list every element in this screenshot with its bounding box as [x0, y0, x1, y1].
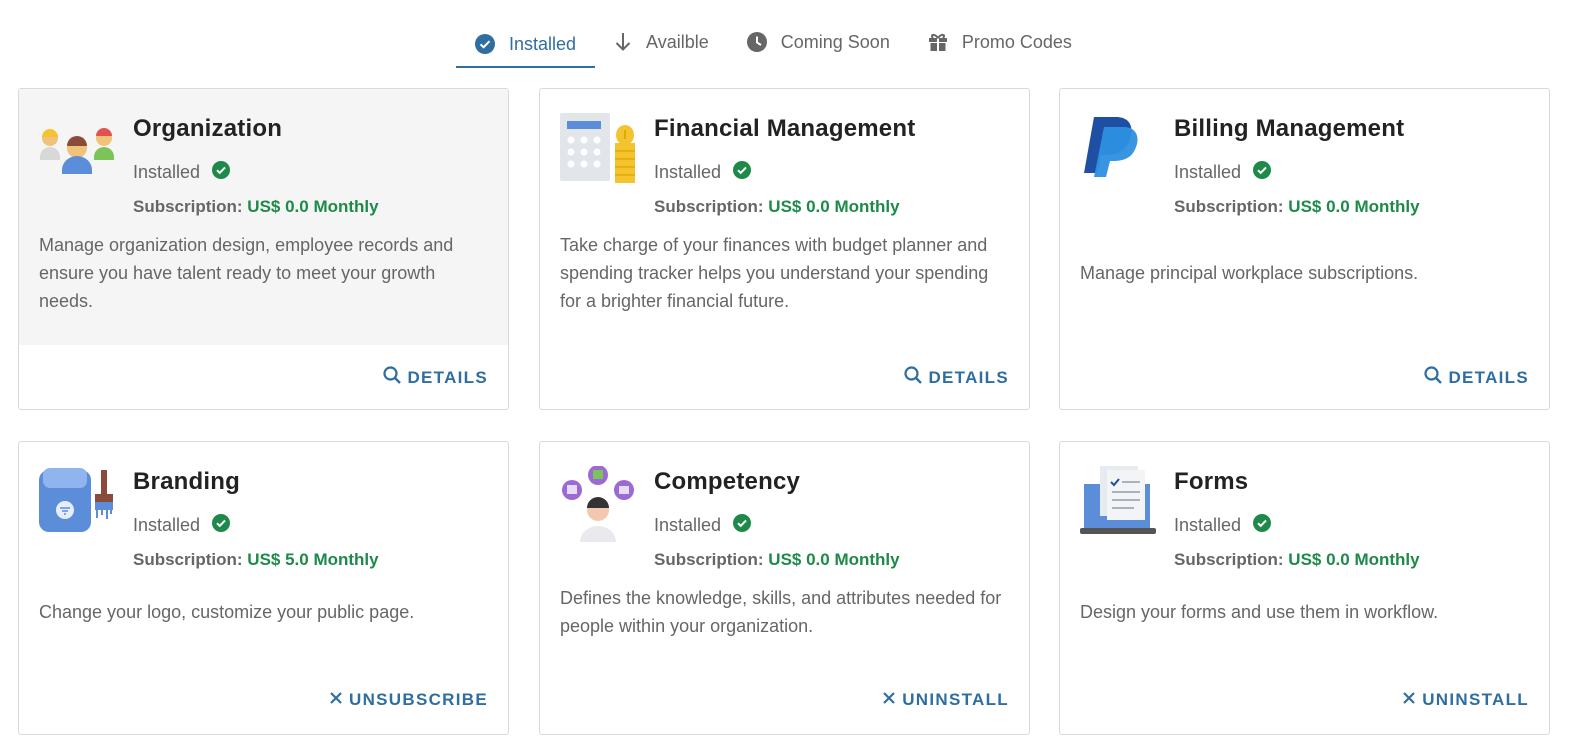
paint-bucket-brush-icon	[39, 466, 115, 542]
status-text: Installed	[1174, 162, 1242, 182]
card-description: Manage organization design, employee rec…	[39, 235, 454, 311]
card-title: Billing Management	[1174, 115, 1405, 142]
install-status: Installed	[133, 514, 231, 537]
subscription-label: Subscription:	[1174, 197, 1284, 216]
card-description: Change your logo, customize your public …	[39, 602, 415, 622]
app-card-financial-management: Financial Management Installed Subscript…	[539, 88, 1030, 410]
action-label: UNINSTALL	[1422, 690, 1529, 709]
check-circle-icon	[733, 514, 752, 537]
subscription-price: US$ 0.0 Monthly	[768, 197, 900, 216]
details-button[interactable]: DETAILS	[904, 366, 1009, 389]
check-circle-icon	[475, 34, 495, 54]
app-card-billing-management: Billing Management Installed Subscriptio…	[1059, 88, 1550, 410]
card-body: Forms Installed Subscription: US$ 0.0 Mo…	[1060, 442, 1549, 672]
install-status: Installed	[1174, 161, 1272, 184]
check-circle-icon	[212, 161, 231, 184]
uninstall-button[interactable]: UNINSTALL	[882, 690, 1009, 710]
search-icon	[1424, 366, 1443, 389]
tab-label: Coming Soon	[780, 31, 890, 52]
status-text: Installed	[654, 162, 722, 182]
card-body: Financial Management Installed Subscript…	[540, 89, 1029, 345]
search-icon	[383, 366, 402, 389]
subscription-info: Subscription: US$ 0.0 Monthly	[133, 197, 379, 217]
subscription-price: US$ 0.0 Monthly	[247, 197, 379, 216]
check-circle-icon	[212, 514, 231, 537]
details-button[interactable]: DETAILS	[383, 366, 488, 389]
subscription-price: US$ 0.0 Monthly	[1288, 550, 1420, 569]
status-text: Installed	[133, 162, 201, 182]
close-icon	[329, 690, 343, 710]
card-description: Defines the knowledge, skills, and attri…	[560, 588, 1002, 636]
app-card-organization: Organization Installed Subscription: US$…	[18, 88, 509, 410]
subscription-info: Subscription: US$ 5.0 Monthly	[133, 550, 379, 570]
tab-label: Availble	[646, 31, 709, 52]
status-text: Installed	[654, 515, 722, 535]
paypal-icon	[1080, 113, 1156, 189]
card-title: Financial Management	[654, 115, 916, 142]
clock-icon	[746, 32, 767, 52]
card-description: Design your forms and use them in workfl…	[1080, 602, 1439, 622]
card-title: Competency	[654, 468, 801, 495]
check-circle-icon	[1253, 161, 1272, 184]
people-group-icon	[39, 113, 115, 189]
subscription-label: Subscription:	[133, 550, 243, 569]
install-status: Installed	[1174, 514, 1272, 537]
tab-label: Promo Codes	[961, 31, 1072, 52]
laptop-form-icon	[1080, 466, 1156, 542]
gift-icon	[928, 32, 948, 52]
card-body: Competency Installed Subscription: US$ 0…	[540, 442, 1029, 672]
subscription-info: Subscription: US$ 0.0 Monthly	[654, 197, 900, 217]
uninstall-button[interactable]: UNINSTALL	[1402, 690, 1529, 710]
subscription-price: US$ 5.0 Monthly	[247, 550, 379, 569]
search-icon	[904, 366, 923, 389]
card-title: Organization	[133, 115, 283, 142]
install-status: Installed	[654, 161, 752, 184]
subscription-label: Subscription:	[1174, 550, 1284, 569]
tab-installed[interactable]: Installed	[456, 22, 596, 68]
subscription-price: US$ 0.0 Monthly	[1288, 197, 1420, 216]
app-card-branding: Branding Installed Subscription: US$ 5.0…	[18, 441, 509, 735]
tab-bar: Installed Availble Coming Soon Promo Cod…	[456, 22, 1091, 68]
tab-available[interactable]: Availble	[595, 22, 728, 62]
card-title: Forms	[1174, 468, 1249, 495]
subscription-info: Subscription: US$ 0.0 Monthly	[1174, 550, 1420, 570]
tab-coming-soon[interactable]: Coming Soon	[728, 22, 909, 62]
card-body: Organization Installed Subscription: US$…	[19, 89, 508, 345]
unsubscribe-button[interactable]: UNSUBSCRIBE	[329, 690, 488, 710]
close-icon	[1402, 690, 1416, 710]
subscription-info: Subscription: US$ 0.0 Monthly	[654, 550, 900, 570]
subscription-label: Subscription:	[654, 197, 764, 216]
tab-promo-codes[interactable]: Promo Codes	[909, 22, 1091, 62]
card-description: Take charge of your finances with budget…	[560, 235, 989, 311]
install-status: Installed	[133, 161, 231, 184]
app-card-forms: Forms Installed Subscription: US$ 0.0 Mo…	[1059, 441, 1550, 735]
action-label: DETAILS	[928, 367, 1009, 387]
close-icon	[882, 690, 896, 710]
card-body: Billing Management Installed Subscriptio…	[1060, 89, 1549, 345]
check-circle-icon	[1253, 514, 1272, 537]
action-label: UNSUBSCRIBE	[349, 690, 488, 709]
subscription-label: Subscription:	[133, 197, 243, 216]
card-body: Branding Installed Subscription: US$ 5.0…	[19, 442, 508, 672]
card-description: Manage principal workplace subscriptions…	[1080, 263, 1419, 283]
subscription-info: Subscription: US$ 0.0 Monthly	[1174, 197, 1420, 217]
check-circle-icon	[733, 161, 752, 184]
person-skills-icon	[560, 465, 636, 542]
calculator-coins-icon	[560, 113, 636, 189]
action-label: DETAILS	[407, 367, 488, 387]
install-status: Installed	[654, 514, 752, 537]
arrow-down-icon	[614, 32, 632, 52]
action-label: UNINSTALL	[902, 690, 1009, 709]
action-label: DETAILS	[1448, 367, 1529, 387]
subscription-label: Subscription:	[654, 550, 764, 569]
app-card-competency: Competency Installed Subscription: US$ 0…	[539, 441, 1030, 735]
subscription-price: US$ 0.0 Monthly	[768, 550, 900, 569]
status-text: Installed	[133, 515, 201, 535]
status-text: Installed	[1174, 515, 1242, 535]
card-title: Branding	[133, 468, 240, 495]
tab-label: Installed	[509, 33, 577, 54]
details-button[interactable]: DETAILS	[1424, 366, 1529, 389]
